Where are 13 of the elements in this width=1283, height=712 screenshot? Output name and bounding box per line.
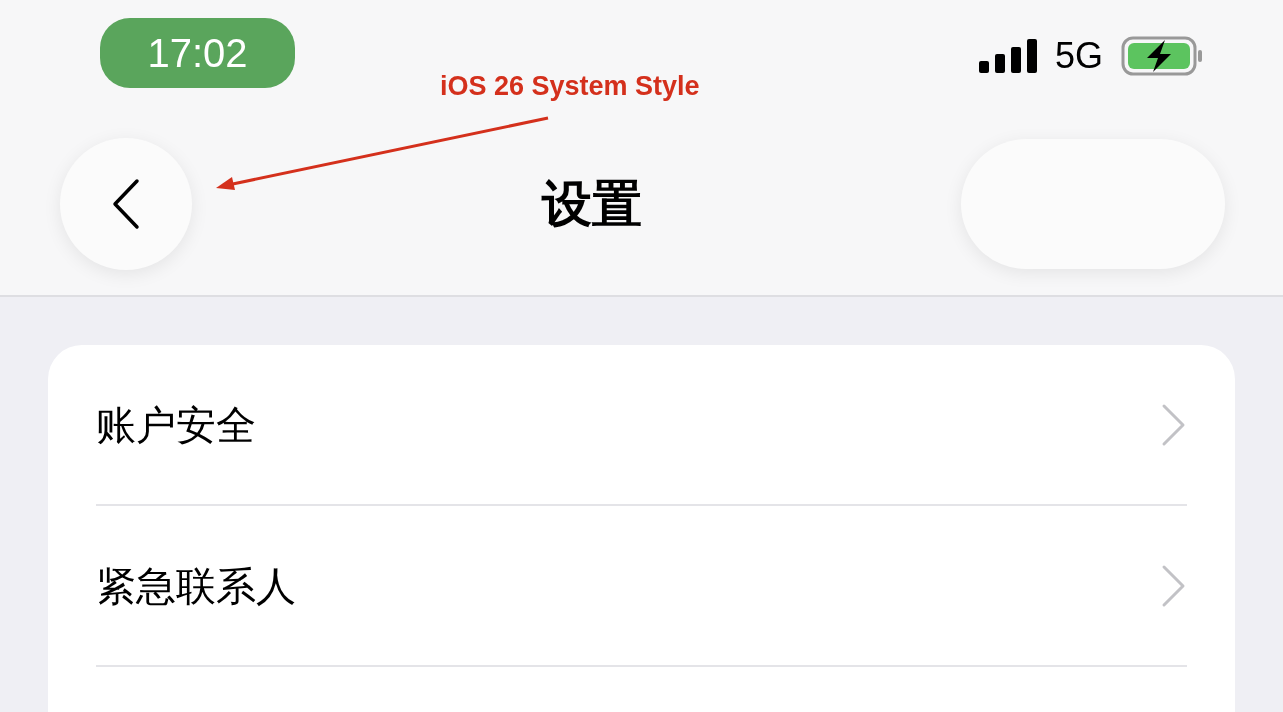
settings-row[interactable]: 紧急联系人 [96,506,1187,667]
battery-icon [1121,36,1203,76]
network-label: 5G [1054,34,1103,78]
chevron-right-icon [1161,563,1187,608]
status-time: 17:02 [100,18,295,88]
settings-row[interactable]: 账户安全 [96,345,1187,506]
signal-icon [978,39,1039,73]
row-label: 紧急联系人 [96,562,297,610]
chevron-right-icon [1161,402,1187,447]
page-title: 设置 [540,174,642,234]
back-chevron-icon [111,178,141,230]
row-label: 账户安全 [96,401,257,449]
annotation-label: iOS 26 System Style [440,70,700,103]
